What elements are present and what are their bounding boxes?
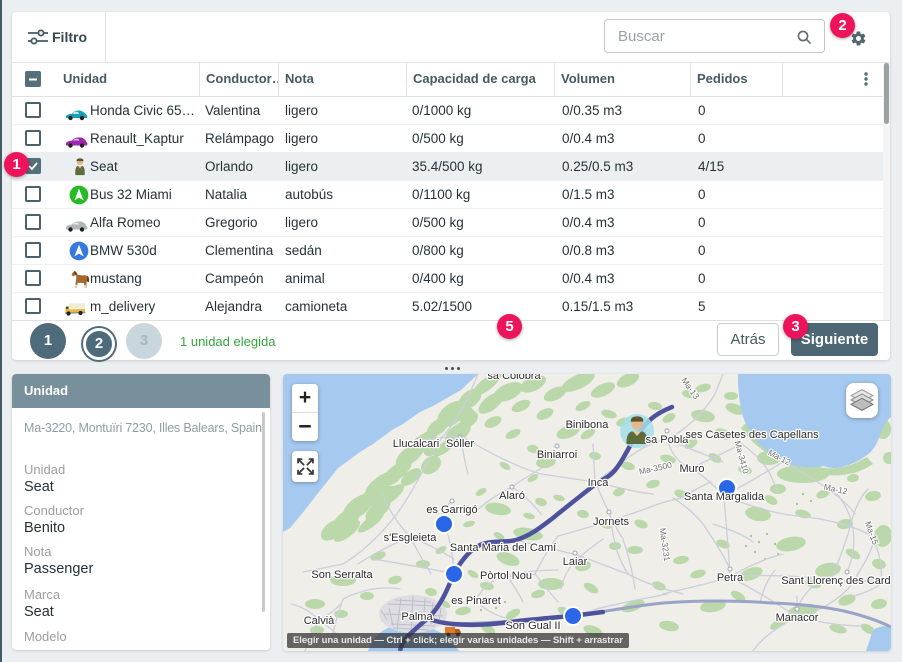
svg-text:Son Serralta: Son Serralta <box>311 569 373 581</box>
svg-text:Llucalcari: Llucalcari <box>393 438 439 450</box>
svg-text:Biniarroi: Biniarroi <box>537 449 577 461</box>
svg-text:sa Colobra: sa Colobra <box>487 374 541 382</box>
svg-text:sa Pobla: sa Pobla <box>646 434 690 446</box>
svg-text:Jornets: Jornets <box>593 516 630 528</box>
svg-text:Binibona: Binibona <box>566 419 610 431</box>
svg-text:Sóller: Sóller <box>446 438 474 450</box>
svg-text:Sant Llorenç des Carda: Sant Llorenç des Carda <box>781 575 891 587</box>
svg-text:es Pinaret: es Pinaret <box>451 595 501 607</box>
svg-text:s'Esgleieta: s'Esgleieta <box>384 532 438 544</box>
svg-text:Manacor: Manacor <box>776 612 819 624</box>
svg-text:Muro: Muro <box>679 463 704 475</box>
svg-text:ses Casetes des Capellans: ses Casetes des Capellans <box>685 429 819 441</box>
svg-text:Santa Margalida: Santa Margalida <box>684 491 765 503</box>
svg-text:Palma: Palma <box>401 611 433 623</box>
svg-text:Alaró: Alaró <box>499 490 525 502</box>
svg-text:Inca: Inca <box>588 477 610 489</box>
svg-text:Son Gual II: Son Gual II <box>505 620 560 632</box>
svg-text:es Garrigó: es Garrigó <box>426 504 477 516</box>
svg-text:Santa Maria del Camí: Santa Maria del Camí <box>450 542 556 554</box>
svg-text:Petra: Petra <box>717 572 744 584</box>
svg-text:Laiar: Laiar <box>563 556 588 568</box>
svg-text:Pòrtol Nou: Pòrtol Nou <box>480 570 532 582</box>
svg-text:Calvià: Calvià <box>304 615 335 627</box>
